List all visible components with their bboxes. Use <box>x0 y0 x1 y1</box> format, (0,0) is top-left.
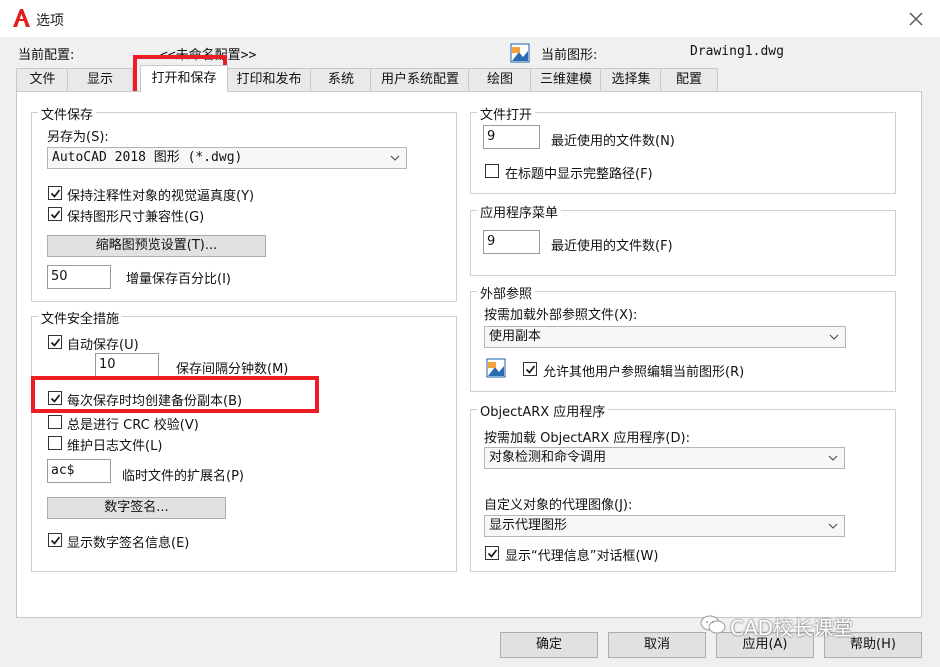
objectarx-demand-label: 按需加载 ObjectARX 应用程序(D): <box>484 431 690 446</box>
proxy-dialog-label: 显示“代理信息”对话框(W) <box>505 549 659 564</box>
objectarx-demand-value: 对象检测和命令调用 <box>489 450 607 465</box>
app-menu-recent-input[interactable]: 9 <box>483 230 540 254</box>
wechat-icon <box>700 614 726 636</box>
tab-open-and-save[interactable]: 打开和保存 <box>140 65 228 92</box>
incremental-save-input[interactable]: 50 <box>47 265 111 289</box>
keep-size-compat-checkbox[interactable] <box>48 207 62 221</box>
temp-extension-input[interactable]: ac$ <box>47 459 111 483</box>
close-icon[interactable] <box>904 7 928 31</box>
drawing-label: 当前图形: <box>541 48 598 63</box>
ok-button[interactable]: 确定 <box>500 632 598 658</box>
backup-copy-label: 每次保存时均创建备份副本(B) <box>67 394 243 409</box>
proxy-dialog-checkbox[interactable] <box>485 546 499 560</box>
tab-profiles[interactable]: 配置 <box>660 68 718 91</box>
keep-annotative-label: 保持注释性对象的视觉逼真度(Y) <box>67 189 255 204</box>
autosave-minutes-label: 保存间隔分钟数(M) <box>176 362 289 377</box>
proxy-image-label: 自定义对象的代理图像(J): <box>484 498 633 513</box>
xref-demand-label: 按需加载外部参照文件(X): <box>484 308 638 323</box>
xref-title: 外部参照 <box>477 283 536 302</box>
tab-3d-modeling[interactable]: 三维建模 <box>530 68 602 91</box>
checkmark-icon <box>525 365 536 374</box>
autosave-checkbox[interactable] <box>48 335 62 349</box>
full-path-label: 在标题中显示完整路径(F) <box>505 167 653 182</box>
checkmark-icon <box>50 210 61 219</box>
autosave-label: 自动保存(U) <box>67 338 139 353</box>
checkmark-icon <box>50 338 61 347</box>
tab-system[interactable]: 系统 <box>310 68 372 91</box>
chevron-down-icon <box>390 155 400 161</box>
xref-demand-value: 使用副本 <box>489 329 542 344</box>
tab-drafting[interactable]: 绘图 <box>468 68 532 91</box>
app-menu-title: 应用程序菜单 <box>477 202 562 221</box>
autosave-minutes-input[interactable]: 10 <box>95 353 159 377</box>
title-bar <box>0 0 940 37</box>
show-signature-checkbox[interactable] <box>48 533 62 547</box>
recent-files-input[interactable]: 9 <box>483 125 540 149</box>
tab-user-preferences[interactable]: 用户系统配置 <box>370 68 470 91</box>
drawing-value: Drawing1.dwg <box>690 44 784 59</box>
crc-check-label: 总是进行 CRC 校验(V) <box>67 418 199 433</box>
drawing-file-icon <box>510 43 530 63</box>
backup-copy-checkbox[interactable] <box>48 391 62 405</box>
file-save-title: 文件保存 <box>38 104 97 123</box>
tab-selection[interactable]: 选择集 <box>600 68 662 91</box>
keep-size-compat-label: 保持图形尺寸兼容性(G) <box>67 210 205 225</box>
cancel-button[interactable]: 取消 <box>608 632 706 658</box>
file-open-title: 文件打开 <box>477 104 536 123</box>
tab-plot-and-publish[interactable]: 打印和发布 <box>226 68 312 91</box>
proxy-image-value: 显示代理图形 <box>489 518 568 533</box>
tab-files[interactable]: 文件 <box>16 68 69 91</box>
allow-ref-edit-checkbox[interactable] <box>523 362 537 376</box>
proxy-image-dropdown[interactable]: 显示代理图形 <box>484 515 845 537</box>
window-title: 选项 <box>36 13 64 29</box>
digital-signature-button[interactable]: 数字签名... <box>47 497 226 519</box>
save-as-dropdown[interactable]: AutoCAD 2018 图形 (*.dwg) <box>47 147 407 169</box>
recent-files-label: 最近使用的文件数(N) <box>551 134 675 149</box>
autocad-logo-icon <box>10 7 32 29</box>
temp-extension-label: 临时文件的扩展名(P) <box>122 469 244 484</box>
drawing-file-icon <box>486 358 506 378</box>
chevron-down-icon <box>828 455 838 461</box>
show-signature-label: 显示数字签名信息(E) <box>67 536 190 551</box>
log-file-label: 维护日志文件(L) <box>67 439 163 454</box>
watermark-text: CAD校长课堂 <box>730 616 854 640</box>
file-safety-title: 文件安全措施 <box>38 308 123 327</box>
incremental-save-label: 增量保存百分比(I) <box>126 272 231 287</box>
checkmark-icon <box>50 394 61 403</box>
thumbnail-settings-button[interactable]: 缩略图预览设置(T)... <box>47 235 266 257</box>
log-file-checkbox[interactable] <box>48 436 62 450</box>
objectarx-demand-dropdown[interactable]: 对象检测和命令调用 <box>484 447 845 469</box>
crc-check-checkbox[interactable] <box>48 415 62 429</box>
chevron-down-icon <box>829 334 839 340</box>
objectarx-title: ObjectARX 应用程序 <box>477 401 609 420</box>
save-as-value: AutoCAD 2018 图形 (*.dwg) <box>52 150 243 165</box>
chevron-down-icon <box>828 523 838 529</box>
allow-ref-edit-label: 允许其他用户参照编辑当前图形(R) <box>543 365 745 380</box>
keep-annotative-checkbox[interactable] <box>48 186 62 200</box>
full-path-checkbox[interactable] <box>485 164 499 178</box>
checkmark-icon <box>50 189 61 198</box>
save-as-label: 另存为(S): <box>47 130 109 145</box>
app-menu-recent-label: 最近使用的文件数(F) <box>551 239 673 254</box>
checkmark-icon <box>487 549 498 558</box>
tab-bar: 文件 显示 打开和保存 打印和发布 系统 用户系统配置 绘图 三维建模 选择集 … <box>16 65 718 92</box>
profile-value: <<未命名配置>> <box>160 48 257 63</box>
xref-demand-dropdown[interactable]: 使用副本 <box>484 326 846 348</box>
profile-label: 当前配置: <box>18 48 75 63</box>
tab-display[interactable]: 显示 <box>67 68 133 91</box>
checkmark-icon <box>50 536 61 545</box>
